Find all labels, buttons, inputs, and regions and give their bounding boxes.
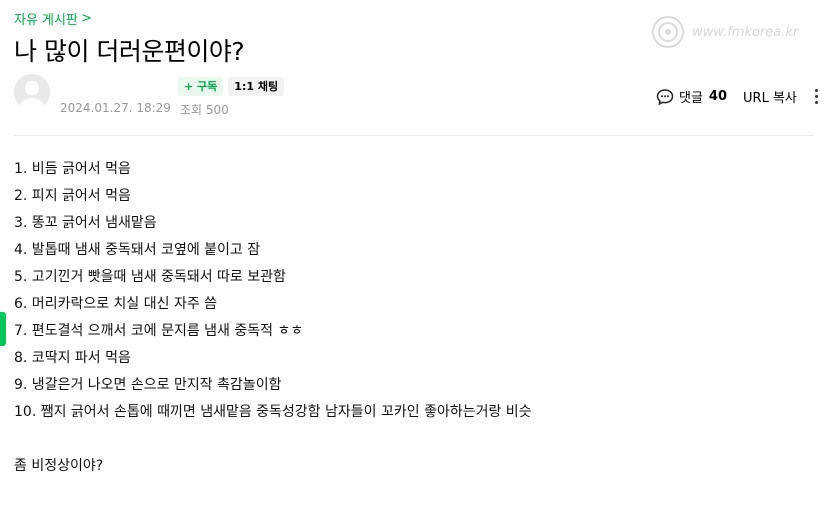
watermark-logo-icon <box>652 16 684 48</box>
more-vertical-icon[interactable] <box>811 87 822 106</box>
post-actions: 댓글 40 URL 복사 <box>656 87 822 106</box>
content-line: 1. 비듬 긁어서 먹음 <box>14 161 131 177</box>
post-date: 2024.01.27. 18:29 <box>60 101 171 115</box>
content-line: 2. 피지 긁어서 먹음 <box>14 188 131 204</box>
subscribe-button[interactable]: + 구독 <box>178 77 224 96</box>
avatar-placeholder-icon <box>20 81 44 110</box>
content-line: 6. 머리카락으로 치실 대신 자주 씀 <box>14 296 218 312</box>
content-closing: 좀 비정상이야? <box>14 458 104 474</box>
content-line: 10. 쨈지 긁어서 손톱에 때끼면 냄새맡음 중독성강함 남자들이 꼬카인 좋… <box>14 404 532 420</box>
speech-bubble-icon <box>656 88 674 105</box>
header-divider <box>14 135 814 136</box>
post-meta: 2024.01.27. 18:29 조회 500 <box>60 101 229 118</box>
side-marker <box>0 312 6 346</box>
content-line: 8. 코딱지 파서 먹음 <box>14 350 131 366</box>
content-line: 9. 냉갈은거 나오면 손으로 만지작 촉감놀이함 <box>14 377 282 393</box>
chevron-right-icon: > <box>80 11 92 26</box>
post-content: 1. 비듬 긁어서 먹음 2. 피지 긁어서 먹음 3. 똥꼬 긁어서 냄새맡음… <box>14 159 532 483</box>
comments-label: 댓글 <box>679 91 703 106</box>
comments-button[interactable]: 댓글 40 <box>656 87 727 106</box>
content-line: 4. 발톱때 냄새 중독돼서 코옆에 붙이고 잠 <box>14 242 261 258</box>
chat-button[interactable]: 1:1 채팅 <box>228 77 285 96</box>
board-name: 자유 게시판 <box>14 13 78 28</box>
watermark-text: www.fmkorea.kr <box>692 24 799 40</box>
author-actions: + 구독 1:1 채팅 <box>178 77 285 96</box>
board-link[interactable]: 자유 게시판 > <box>14 9 92 28</box>
avatar[interactable] <box>14 74 50 110</box>
post-views: 조회 500 <box>179 103 229 117</box>
watermark: www.fmkorea.kr <box>650 14 798 50</box>
content-line: 3. 똥꼬 긁어서 냄새맡음 <box>14 215 157 231</box>
comments-count: 40 <box>708 89 728 104</box>
content-line: 5. 고기낀거 빳을때 냄새 중독돼서 따로 보관함 <box>14 269 286 285</box>
content-line: 7. 편도결석 으깨서 코에 문지름 냄새 중독적 ㅎㅎ <box>14 323 304 339</box>
post-title: 나 많이 더러운편이야? <box>14 37 245 66</box>
url-copy-button[interactable]: URL 복사 <box>743 87 797 106</box>
